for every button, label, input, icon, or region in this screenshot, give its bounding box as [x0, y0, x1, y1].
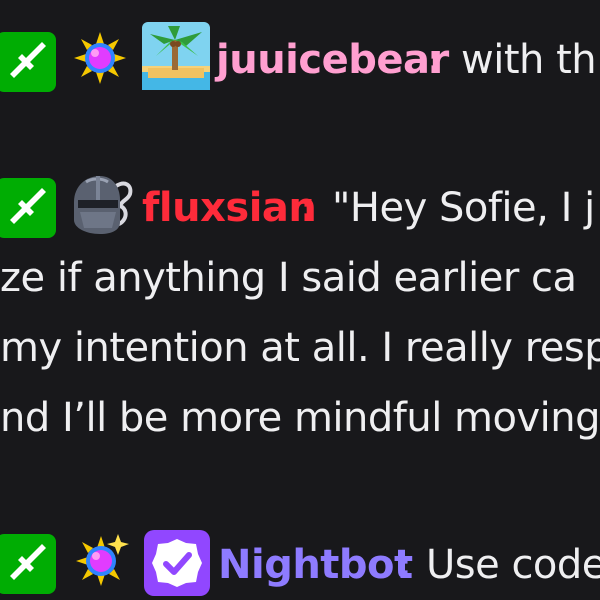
chat-message: fluxsian : "Hey Sofie, I j — [0, 173, 600, 243]
message-text: my intention at all. I really resp — [0, 325, 600, 371]
moderator-sword-icon — [0, 32, 56, 92]
sun-emblem-icon[interactable] — [72, 30, 128, 86]
sparkle-sun-emblem-icon[interactable] — [72, 532, 130, 590]
username-juuicebear[interactable]: juuicebear — [216, 25, 449, 95]
knight-helmet-icon[interactable] — [66, 172, 136, 238]
message-text: nd I’ll be more mindful moving — [0, 395, 600, 441]
moderator-sword-icon — [0, 178, 56, 238]
username-separator: : — [396, 542, 412, 588]
username-nightbot[interactable]: Nightbot — [218, 530, 413, 600]
message-text: ze if anything I said earlier ca — [0, 255, 577, 301]
message-continuation: nd I’ll be more mindful moving — [0, 383, 600, 453]
verified-check-icon[interactable] — [144, 530, 210, 596]
username-fluxsian[interactable]: fluxsian — [142, 173, 317, 243]
chat-message: Nightbot : Use code — [0, 530, 600, 600]
message-text: "Hey Sofie, I j — [332, 185, 595, 231]
username-separator: : — [300, 185, 316, 231]
message-text: with th — [461, 37, 597, 83]
message-text: Use code — [426, 542, 600, 588]
message-continuation: my intention at all. I really resp — [0, 313, 600, 383]
chat-message: juuicebear : with th — [0, 22, 600, 95]
chat-feed: juuicebear : with th fluxsian : "Hey Sof… — [0, 0, 600, 600]
palm-island-icon[interactable] — [142, 22, 210, 90]
moderator-sword-icon — [0, 534, 56, 594]
message-continuation: ze if anything I said earlier ca — [0, 243, 600, 313]
username-separator: : — [427, 37, 443, 83]
